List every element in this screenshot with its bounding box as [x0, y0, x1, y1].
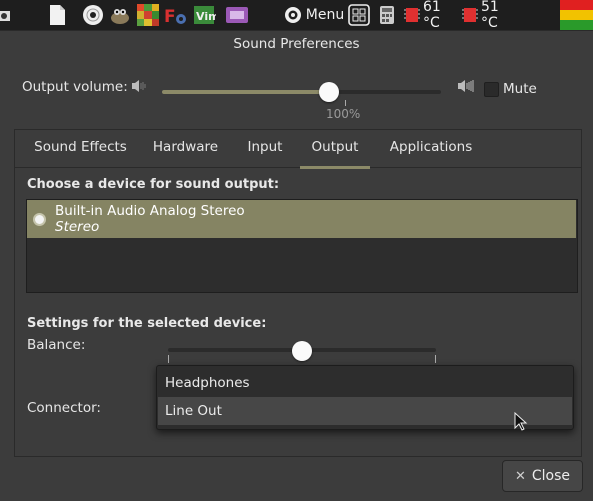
tab-output[interactable]: Output [300, 130, 370, 169]
volume-high-icon [457, 78, 475, 98]
top-panel: F Vim Menu 61 °C 51 °C [0, 0, 593, 31]
close-icon: ✕ [514, 468, 526, 484]
video-icon[interactable] [225, 3, 249, 27]
connector-label: Connector: [27, 400, 101, 416]
balance-slider-handle[interactable] [292, 341, 312, 361]
mouse-cursor-icon [514, 411, 528, 436]
tab-hardware[interactable]: Hardware [148, 130, 223, 166]
device-name: Built-in Audio Analog Stereo [55, 203, 245, 219]
workspace-icon[interactable] [347, 3, 371, 27]
cpu-temp-icon [402, 3, 422, 27]
tab-bar: Sound Effects Hardware Input Output Appl… [14, 129, 582, 169]
close-button-label: Close [531, 468, 571, 484]
menu-icon[interactable] [284, 3, 302, 27]
connector-option-line-out[interactable]: Line Out [158, 397, 572, 425]
device-settings-heading: Settings for the selected device: [27, 316, 267, 331]
balance-left-tick [168, 355, 169, 363]
font-settings-icon[interactable]: F [163, 3, 187, 27]
output-volume-label: Output volume: [22, 79, 128, 95]
mute-label[interactable]: Mute [503, 81, 537, 97]
balance-label: Balance: [27, 337, 86, 353]
volume-percent-label: 100% [326, 107, 361, 121]
vim-icon[interactable]: Vim [192, 3, 216, 27]
flag-indicator-icon[interactable] [560, 0, 593, 30]
device-profile: Stereo [55, 219, 100, 235]
gpu-temp-value: 51 °C [481, 0, 499, 31]
close-button[interactable]: ✕ Close [502, 460, 583, 492]
mute-checkbox[interactable] [484, 82, 499, 97]
tab-applications[interactable]: Applications [385, 130, 477, 166]
gimp-icon[interactable] [108, 3, 132, 27]
window-title: Sound Preferences [233, 36, 360, 52]
file-icon[interactable] [46, 3, 68, 27]
cpu-temp-value: 61 °C [423, 0, 441, 31]
balance-right-tick [435, 355, 436, 363]
connector-dropdown-menu: Headphones Line Out [156, 365, 574, 430]
choose-device-heading: Choose a device for sound output: [27, 177, 280, 192]
volume-slider[interactable] [162, 90, 441, 94]
calculator-icon[interactable] [378, 3, 396, 27]
volume-low-icon [131, 78, 147, 98]
device-selected-radio[interactable] [33, 213, 46, 226]
disc-icon[interactable] [82, 3, 104, 27]
svg-text:Vim: Vim [196, 10, 216, 23]
connector-option-headphones[interactable]: Headphones [158, 369, 572, 397]
volume-100-tick [345, 100, 346, 106]
gpu-temp-icon [460, 3, 480, 27]
tab-sound-effects[interactable]: Sound Effects [28, 130, 133, 166]
menu-label[interactable]: Menu [306, 3, 344, 27]
tab-input[interactable]: Input [241, 130, 289, 166]
volume-slider-fill [162, 90, 330, 94]
camera-icon[interactable] [0, 3, 10, 27]
color-checker-icon[interactable] [136, 3, 160, 27]
device-list-item[interactable]: Built-in Audio Analog Stereo Stereo [27, 200, 576, 238]
svg-text:F: F [164, 7, 176, 26]
